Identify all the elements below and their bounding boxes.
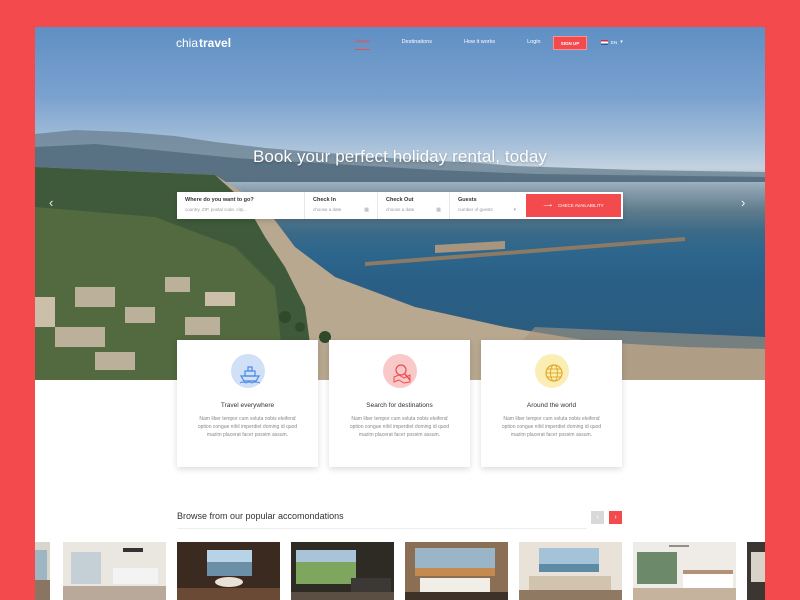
check-availability-label: CHECK AVAILABILITY bbox=[558, 203, 604, 208]
checkout-field[interactable]: Check Out choose a date ▦ bbox=[378, 192, 450, 219]
accommodation-thumbnail[interactable] bbox=[291, 542, 394, 600]
accommodation-thumbnail[interactable] bbox=[747, 542, 765, 600]
guests-label: Guests bbox=[458, 197, 477, 203]
feature-text: Nam liber tempor cum soluta nobis eleife… bbox=[501, 416, 602, 438]
feature-text: Nam liber tempor cum soluta nobis eleife… bbox=[349, 416, 450, 438]
accommodation-thumbnail[interactable] bbox=[63, 542, 166, 600]
accommodation-carousel bbox=[35, 542, 765, 600]
accommodation-thumbnail[interactable] bbox=[177, 542, 280, 600]
where-field[interactable]: Where do you want to go? country, ZIP, p… bbox=[177, 192, 305, 219]
chevron-left-icon[interactable]: ‹ bbox=[49, 195, 53, 210]
chevron-right-icon[interactable]: › bbox=[741, 195, 745, 210]
nav-item-login[interactable]: Login bbox=[527, 39, 540, 45]
feature-title: Travel everywhere bbox=[220, 402, 275, 409]
page: chia travel Home Destinations How it wor… bbox=[35, 27, 765, 600]
arrow-right-icon: ⟶ bbox=[543, 203, 552, 209]
accommodation-thumbnail[interactable] bbox=[519, 542, 622, 600]
carousel-prev-button[interactable]: ‹ bbox=[591, 511, 604, 524]
divider bbox=[177, 528, 587, 529]
globe-icon bbox=[545, 364, 563, 382]
chevron-down-icon: ▾ bbox=[620, 39, 623, 45]
feature-card-search: Search for destinations Nam liber tempor… bbox=[329, 340, 470, 467]
brand-logo[interactable]: chia travel bbox=[176, 36, 231, 50]
signup-button[interactable]: SIGN UP bbox=[553, 36, 587, 50]
search-map-icon bbox=[393, 364, 411, 384]
accommodation-thumbnail[interactable] bbox=[633, 542, 736, 600]
feature-card-world: Around the world Nam liber tempor cum so… bbox=[481, 340, 622, 467]
nav-item-home[interactable]: Home bbox=[355, 39, 370, 50]
hero-title: Book your perfect holiday rental, today bbox=[252, 147, 547, 166]
browse-title: Browse from our popular accomondations bbox=[177, 511, 344, 521]
ship-icon bbox=[239, 366, 261, 384]
check-availability-button[interactable]: ⟶ CHECK AVAILABILITY bbox=[526, 194, 621, 217]
feature-card-travel: Travel everywhere Nam liber tempor cum s… bbox=[177, 340, 318, 467]
feature-text: Nam liber tempor cum soluta nobis eleife… bbox=[197, 416, 298, 438]
brand-logo-light: chia bbox=[176, 36, 199, 50]
checkin-field[interactable]: Check In choose a date ▦ bbox=[305, 192, 378, 219]
guests-field[interactable]: Guests number of guests ▾ bbox=[450, 192, 524, 219]
main-nav: Home Destinations How it works Login bbox=[355, 39, 573, 50]
carousel-next-button[interactable]: › bbox=[609, 511, 622, 524]
calendar-icon: ▦ bbox=[364, 207, 369, 213]
language-label: EN bbox=[611, 39, 618, 45]
where-label: Where do you want to go? bbox=[185, 197, 254, 203]
feature-title: Around the world bbox=[526, 402, 577, 409]
feature-title: Search for destinations bbox=[366, 402, 433, 409]
chevron-down-icon: ▾ bbox=[513, 207, 516, 213]
checkout-label: Check Out bbox=[386, 197, 414, 203]
brand-logo-bold: travel bbox=[199, 36, 232, 50]
accommodation-thumbnail[interactable] bbox=[35, 542, 50, 600]
nav-item-destinations[interactable]: Destinations bbox=[402, 39, 432, 45]
accommodation-thumbnail[interactable] bbox=[405, 542, 508, 600]
calendar-icon: ▦ bbox=[436, 207, 441, 213]
where-input[interactable]: country, ZIP, postal code, city... bbox=[185, 207, 304, 212]
language-selector[interactable]: EN ▾ bbox=[601, 39, 623, 45]
search-bar: Where do you want to go? country, ZIP, p… bbox=[177, 192, 623, 219]
checkin-label: Check In bbox=[313, 197, 336, 203]
flag-icon bbox=[601, 39, 608, 45]
nav-item-how-it-works[interactable]: How it works bbox=[464, 39, 495, 45]
